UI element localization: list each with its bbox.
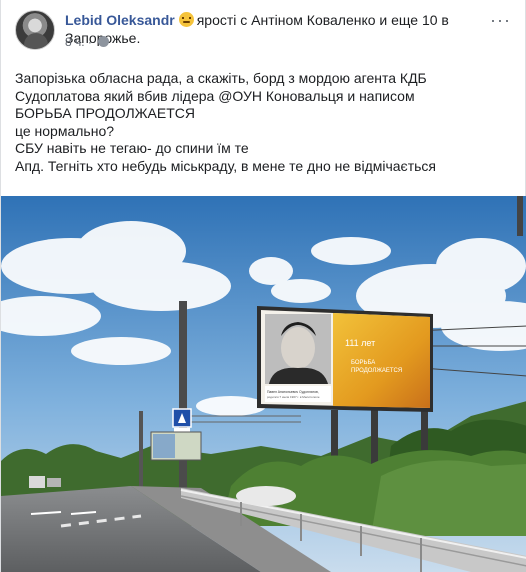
post-text-line: БОРЬБА ПРОДОЛЖАЕТСЯ: [15, 105, 196, 122]
post-photo[interactable]: 111 лет БОРЬБА ПРОДОЛЖАЕТСЯ Павел Анатол…: [1, 196, 526, 572]
billboard-slogan-line: ПРОДОЛЖАЕТСЯ: [351, 368, 402, 374]
post-timestamp[interactable]: 8 ч.: [65, 35, 85, 49]
billboard-caption: Павел Анатольевич Судоплатов,: [267, 390, 319, 394]
more-options-icon[interactable]: ···: [490, 10, 511, 31]
street-billboard-photo: 111 лет БОРЬБА ПРОДОЛЖАЕТСЯ Павел Анатол…: [1, 196, 526, 572]
billboard-headline: 111 лет: [345, 338, 375, 348]
post-text: Запорізька обласна рада, а скажіть, борд…: [15, 70, 515, 176]
post-meta: 8 ч. ·: [65, 34, 110, 50]
feeling-face-icon: [178, 12, 194, 27]
post-heading: Lebid Oleksandr ярості с Антіном Коваленк…: [65, 11, 505, 47]
post-text-line: Апд. Тегніть хто небудь міськраду, в мен…: [15, 157, 436, 174]
facebook-post: Lebid Oleksandr ярості с Антіном Коваленк…: [0, 0, 526, 572]
post-header: Lebid Oleksandr ярості с Антіном Коваленк…: [15, 10, 515, 50]
billboard-slogan-line: БОРЬБА: [351, 360, 375, 366]
post-text-line: СБУ навіть не тегаю- до спини їм те: [15, 140, 249, 157]
post-text-line: це нормально?: [15, 122, 115, 139]
billboard-caption: родился 7 июля 1907 г. в Мелитополе: [267, 395, 320, 399]
post-text-line: Запорізька обласна рада, а скажіть, борд…: [15, 70, 427, 86]
author-name[interactable]: Lebid Oleksandr: [65, 12, 175, 28]
globe-icon[interactable]: [98, 36, 110, 47]
author-avatar[interactable]: [15, 10, 55, 50]
post-text-line: Судоплатова який вбив лідера @ОУН Конова…: [15, 87, 415, 104]
